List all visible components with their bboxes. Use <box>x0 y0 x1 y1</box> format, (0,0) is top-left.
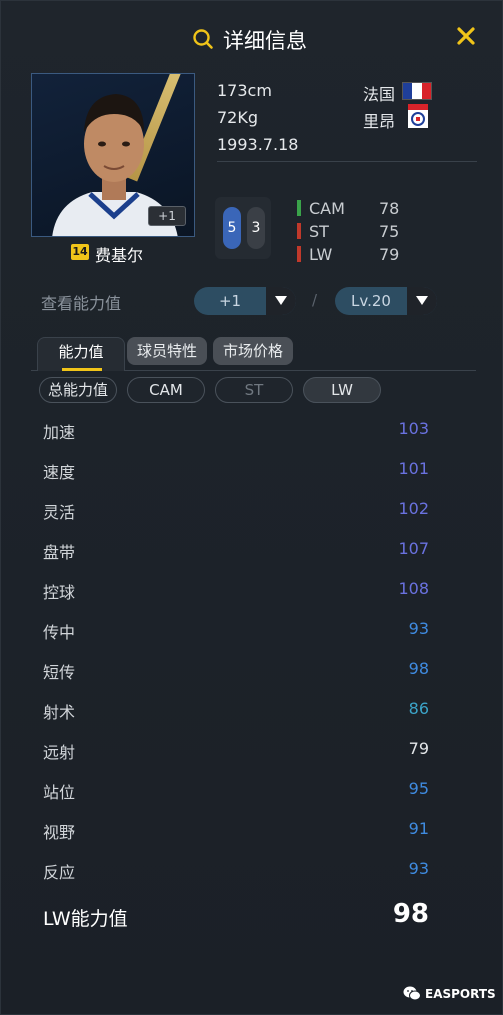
position-color-bar <box>297 223 301 239</box>
watermark-text: EASPORTS <box>425 986 496 1001</box>
stat-value: 108 <box>398 579 429 598</box>
check-stats-label: 查看能力值 <box>41 294 122 313</box>
tab-bar: 能力值 球员特性 市场价格 <box>31 335 476 371</box>
position-label: CAM <box>309 198 345 218</box>
filter-cam[interactable]: CAM <box>127 377 205 403</box>
upgrade-dropdown[interactable]: +1 <box>194 287 296 315</box>
player-height: 173cm <box>217 81 272 100</box>
stat-value: 103 <box>398 419 429 438</box>
level-dropdown[interactable]: Lv.20 <box>335 287 437 315</box>
dropdown-arrow[interactable] <box>266 287 296 315</box>
separator-slash: / <box>312 291 318 309</box>
stat-row: 加速 103 <box>43 419 429 443</box>
tab-ability[interactable]: 能力值 <box>37 337 125 371</box>
stat-name: 加速 <box>43 423 76 442</box>
weak-foot-rank: 5 <box>223 207 241 249</box>
stat-name: 传中 <box>43 623 76 642</box>
tab-market-price[interactable]: 市场价格 <box>213 337 293 365</box>
position-label: LW <box>309 244 333 264</box>
club-crest-icon <box>408 104 428 128</box>
filter-st[interactable]: ST <box>215 377 293 403</box>
stat-value: 95 <box>408 779 429 798</box>
stat-name: 射术 <box>43 703 76 722</box>
stat-row: 远射 79 <box>43 739 429 763</box>
stat-value: 91 <box>408 819 429 838</box>
search-icon <box>193 29 213 49</box>
position-color-bar <box>297 246 301 262</box>
player-birthdate: 1993.7.18 <box>217 135 299 154</box>
position-value: 78 <box>379 198 400 218</box>
chevron-down-icon <box>275 296 287 305</box>
stat-value: 98 <box>408 659 429 678</box>
stat-row: 盘带 107 <box>43 539 429 563</box>
stat-name: 灵活 <box>43 503 76 522</box>
tab-player-traits[interactable]: 球员特性 <box>127 337 207 365</box>
france-flag-icon <box>402 82 432 100</box>
stat-row: 射术 86 <box>43 699 429 723</box>
position-value: 75 <box>379 221 400 241</box>
stat-value: 93 <box>408 859 429 878</box>
level-dropdown-value: Lv.20 <box>351 292 391 310</box>
player-club: 里昂 <box>363 112 396 131</box>
filter-total[interactable]: 总能力值 <box>39 377 117 403</box>
position-row-st: ST 75 <box>297 220 399 242</box>
position-value: 79 <box>379 244 400 264</box>
info-divider <box>217 161 477 162</box>
player-nation: 法国 <box>363 85 396 104</box>
stat-name: 短传 <box>43 663 76 682</box>
page-title: 详细信息 <box>223 29 307 53</box>
stat-row: 反应 93 <box>43 859 429 883</box>
stat-row: 站位 95 <box>43 779 429 803</box>
position-label: ST <box>309 221 329 241</box>
season-badge: 14 <box>71 244 89 260</box>
stat-value: 86 <box>408 699 429 718</box>
close-icon[interactable] <box>453 23 479 49</box>
player-name: 费基尔 <box>95 246 144 265</box>
stat-name: 速度 <box>43 463 76 482</box>
position-row-lw: LW 79 <box>297 243 399 265</box>
stat-name: 视野 <box>43 823 76 842</box>
stat-name: 盘带 <box>43 543 76 562</box>
stat-name: 控球 <box>43 583 76 602</box>
filter-lw[interactable]: LW <box>303 377 381 403</box>
skill-rank-box: 5 3 <box>215 197 271 259</box>
stat-row: 传中 93 <box>43 619 429 643</box>
upgrade-dropdown-value: +1 <box>218 292 242 310</box>
stat-value: 93 <box>408 619 429 638</box>
stat-value: 101 <box>398 459 429 478</box>
stat-row: 视野 91 <box>43 819 429 843</box>
total-rating-label: LW能力值 <box>43 908 128 930</box>
stat-row: 灵活 102 <box>43 499 429 523</box>
player-weight: 72Kg <box>217 108 259 127</box>
stat-value: 79 <box>408 739 429 758</box>
stat-row: 控球 108 <box>43 579 429 603</box>
position-row-cam: CAM 78 <box>297 197 399 219</box>
stat-name: 站位 <box>43 783 76 802</box>
stat-value: 107 <box>398 539 429 558</box>
dropdown-arrow[interactable] <box>407 287 437 315</box>
detail-panel: 详细信息 +1 14 费基尔 173cm 72Kg 1993.7.18 法国 里… <box>0 0 503 1015</box>
stat-name: 远射 <box>43 743 76 762</box>
wechat-icon <box>403 986 421 1001</box>
panel-header: 详细信息 <box>1 9 503 61</box>
stat-row: 短传 98 <box>43 659 429 683</box>
skill-move-rank: 3 <box>247 207 265 249</box>
watermark: EASPORTS <box>403 986 496 1001</box>
chevron-down-icon <box>416 296 428 305</box>
stat-name: 反应 <box>43 863 76 882</box>
stat-value: 102 <box>398 499 429 518</box>
position-color-bar <box>297 200 301 216</box>
player-photo: +1 <box>31 73 195 237</box>
total-rating-value: 98 <box>392 899 429 929</box>
stat-row: 速度 101 <box>43 459 429 483</box>
upgrade-badge: +1 <box>148 206 186 226</box>
